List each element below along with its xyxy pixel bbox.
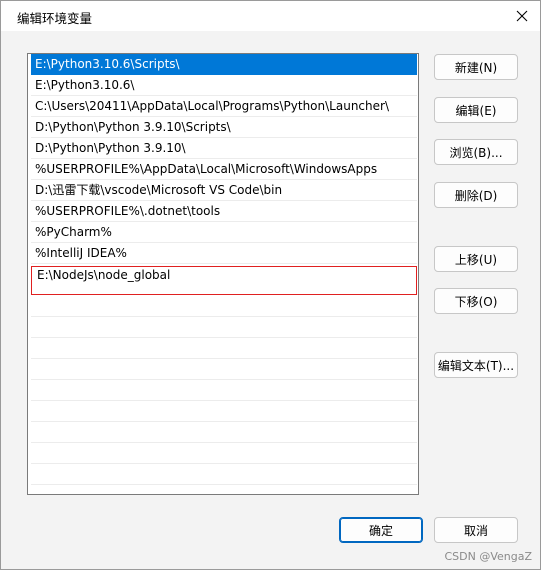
move-down-button[interactable]: 下移(O) (434, 288, 518, 314)
cancel-button[interactable]: 取消 (434, 517, 518, 543)
move-up-button[interactable]: 上移(U) (434, 246, 518, 272)
edit-button[interactable]: 编辑(E) (434, 97, 518, 123)
list-item[interactable]: D:\迅雷下载\vscode\Microsoft VS Code\bin (31, 180, 417, 201)
list-item-empty[interactable] (31, 338, 417, 359)
list-item-empty[interactable] (31, 296, 417, 317)
list-item-empty[interactable] (31, 359, 417, 380)
ok-button[interactable]: 确定 (339, 517, 423, 543)
list-item[interactable]: E:\Python3.10.6\ (31, 75, 417, 96)
list-item[interactable]: E:\Python3.10.6\Scripts\ (31, 54, 417, 75)
dialog-client-area: E:\Python3.10.6\Scripts\ E:\Python3.10.6… (1, 31, 540, 569)
list-item[interactable]: C:\Users\20411\AppData\Local\Programs\Py… (31, 96, 417, 117)
list-item-empty[interactable] (31, 464, 417, 485)
list-item-empty[interactable] (31, 380, 417, 401)
delete-button[interactable]: 删除(D) (434, 182, 518, 208)
list-item-empty[interactable] (31, 401, 417, 422)
list-item[interactable]: %USERPROFILE%\AppData\Local\Microsoft\Wi… (31, 159, 417, 180)
list-item[interactable]: D:\Python\Python 3.9.10\Scripts\ (31, 117, 417, 138)
path-list[interactable]: E:\Python3.10.6\Scripts\ E:\Python3.10.6… (27, 53, 419, 495)
title-bar[interactable]: 编辑环境变量 (1, 1, 540, 31)
list-item[interactable]: %USERPROFILE%\.dotnet\tools (31, 201, 417, 222)
list-item-empty[interactable] (31, 443, 417, 464)
new-button[interactable]: 新建(N) (434, 54, 518, 80)
edit-environment-variable-dialog: 编辑环境变量 E:\Python3.10.6\Scripts\ E:\Pytho… (0, 0, 541, 570)
list-item-empty[interactable] (31, 422, 417, 443)
watermark: CSDN @VengaZ (444, 550, 532, 563)
list-item[interactable]: %PyCharm% (31, 222, 417, 243)
list-item[interactable]: %IntelliJ IDEA% (31, 243, 417, 264)
list-item-editing[interactable]: E:\NodeJs\node_global (31, 266, 417, 295)
list-item[interactable]: D:\Python\Python 3.9.10\ (31, 138, 417, 159)
dialog-title: 编辑环境变量 (17, 11, 93, 26)
browse-button[interactable]: 浏览(B)... (434, 139, 518, 165)
close-button[interactable] (510, 5, 534, 27)
list-item-empty[interactable] (31, 317, 417, 338)
edit-text-button[interactable]: 编辑文本(T)... (434, 352, 518, 378)
close-icon (516, 10, 528, 22)
